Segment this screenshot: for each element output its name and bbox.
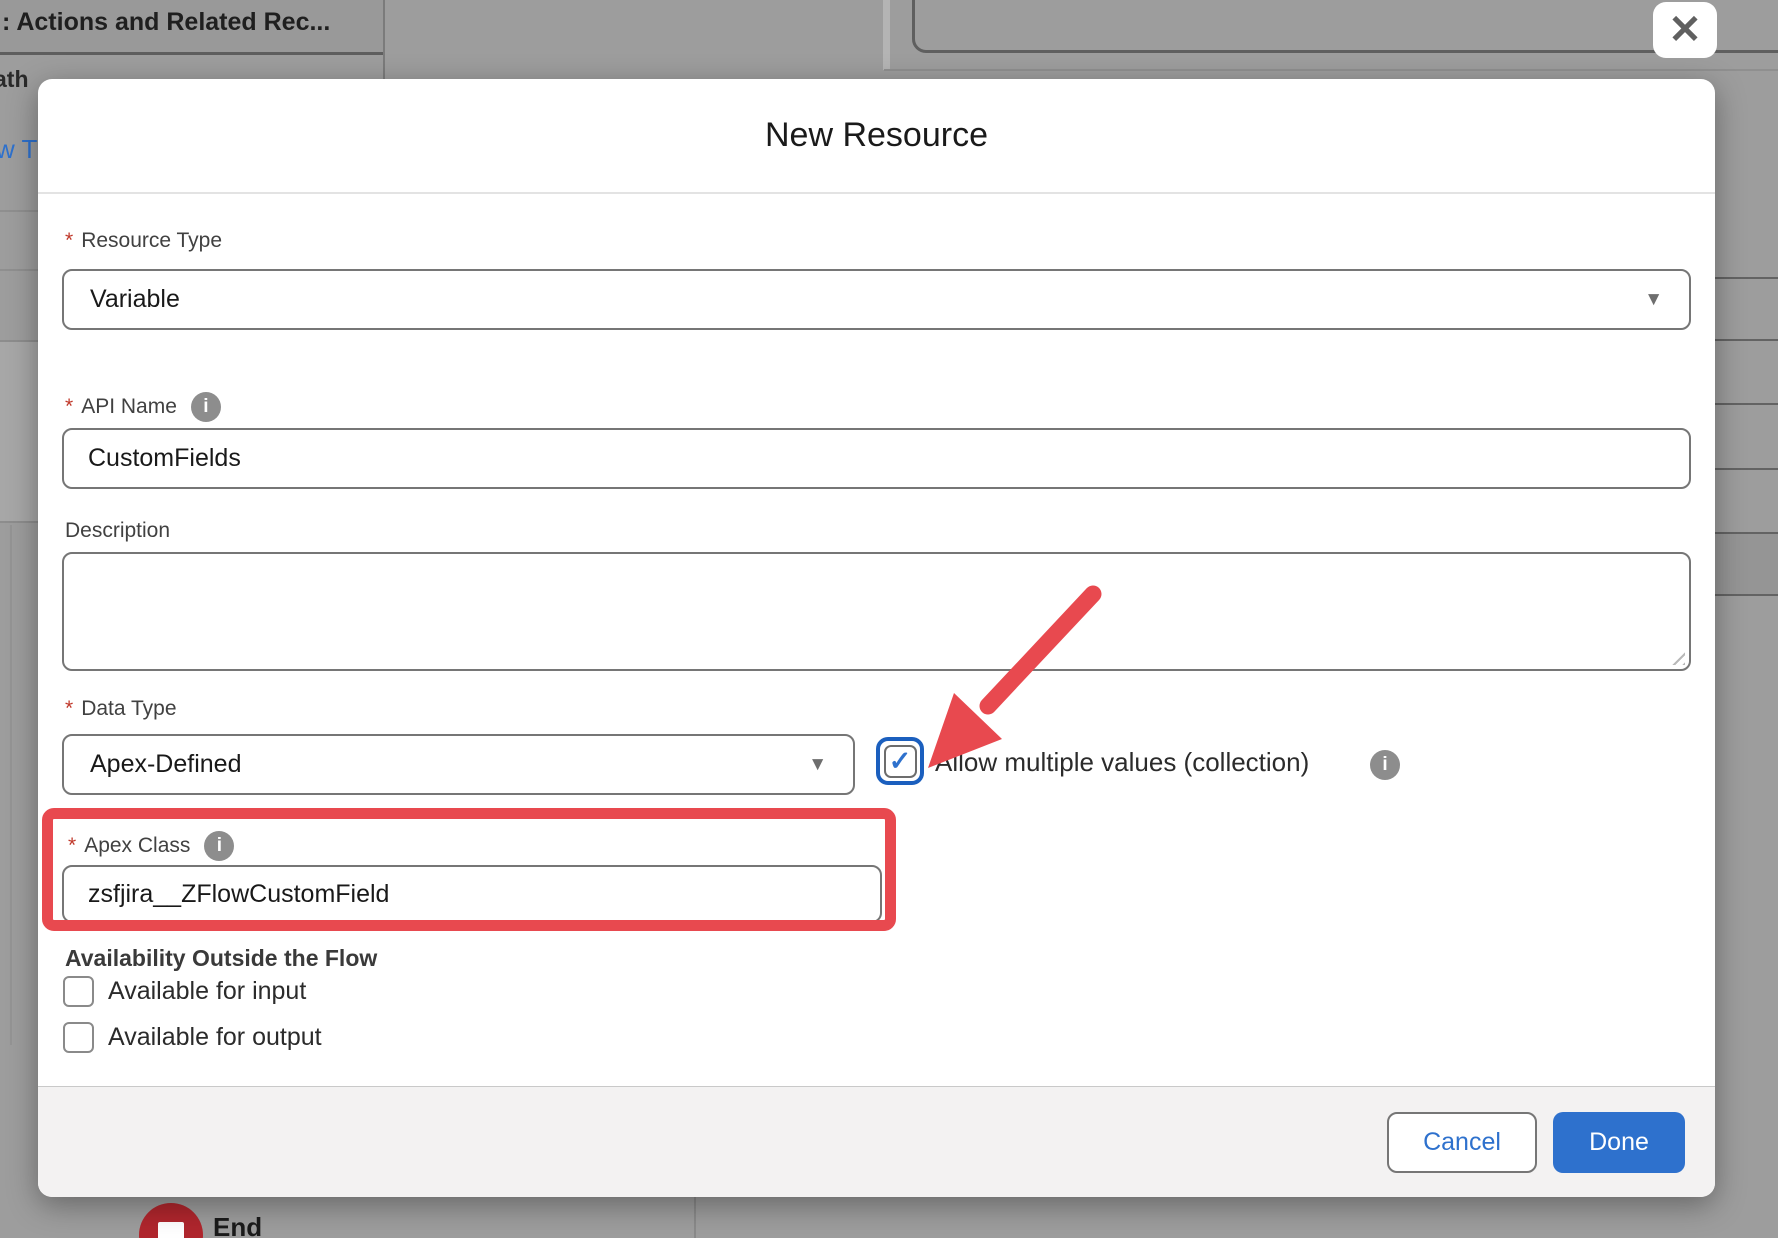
chevron-down-icon: ▼ [1644, 289, 1663, 311]
new-resource-modal: New Resource * Resource Type Variable ▼ … [38, 79, 1715, 1197]
background-toolbox-panel: : Actions and Related Rec... [0, 0, 384, 55]
flow-end-node-label: End [213, 1212, 262, 1238]
modal-header: New Resource [38, 79, 1715, 194]
available-for-input-label: Available for input [108, 977, 306, 1006]
apex-class-input[interactable] [62, 865, 882, 923]
end-node-square [158, 1222, 184, 1238]
background-panel-edge [10, 525, 12, 1045]
background-divider [0, 269, 38, 271]
screen: : Actions and Related Rec... ath w T ✕ E… [0, 0, 1778, 1238]
checkbox-focus-ring: ✓ [876, 737, 924, 785]
api-name-label: * API Name i [65, 392, 221, 422]
info-icon[interactable]: i [204, 831, 234, 861]
background-divider [0, 210, 38, 212]
checkmark-icon: ✓ [889, 748, 912, 775]
background-link-fragment: w T [0, 134, 37, 165]
background-selected-element-outline [912, 0, 1778, 53]
resource-type-label: * Resource Type [65, 229, 222, 253]
allow-multiple-checkbox[interactable]: ✓ [884, 745, 917, 778]
description-label: Description [65, 519, 170, 543]
background-row-line [1715, 277, 1778, 279]
background-panel-block [0, 340, 38, 523]
info-icon[interactable]: i [191, 392, 221, 422]
modal-title: New Resource [765, 116, 988, 155]
data-type-select[interactable]: Apex-Defined ▼ [62, 734, 855, 795]
background-text-fragment: ath [0, 66, 29, 93]
api-name-input[interactable] [62, 428, 1691, 489]
apex-class-label: * Apex Class i [68, 831, 234, 861]
close-button[interactable]: ✕ [1653, 2, 1717, 58]
description-textarea[interactable] [62, 552, 1691, 671]
background-row-line [1715, 594, 1778, 596]
background-panel-border [383, 0, 385, 79]
allow-multiple-label: Allow multiple values (collection) [935, 747, 1309, 778]
background-row-line [1715, 339, 1778, 341]
required-marker: * [65, 395, 73, 419]
resize-handle-icon[interactable] [1667, 647, 1685, 665]
available-for-output-label: Available for output [108, 1023, 322, 1052]
background-row-line [1715, 532, 1778, 534]
chevron-down-icon: ▼ [808, 754, 827, 776]
background-divider [883, 0, 890, 70]
background-panel-title: : Actions and Related Rec... [2, 8, 330, 37]
available-for-output-checkbox[interactable] [63, 1022, 94, 1053]
data-type-value: Apex-Defined [90, 750, 808, 779]
data-type-label: * Data Type [65, 697, 177, 721]
background-panel-border [694, 1197, 696, 1238]
close-icon: ✕ [1668, 10, 1702, 50]
background-divider [884, 69, 1778, 71]
background-row-highlight [1715, 533, 1778, 595]
info-icon[interactable]: i [1370, 750, 1400, 780]
flow-end-node-icon [139, 1203, 203, 1238]
resource-type-select[interactable]: Variable ▼ [62, 269, 1691, 330]
done-button[interactable]: Done [1553, 1112, 1685, 1173]
availability-heading: Availability Outside the Flow [65, 945, 377, 972]
modal-footer: Cancel Done [38, 1086, 1715, 1197]
resource-type-value: Variable [90, 285, 1644, 314]
background-row-line [1715, 403, 1778, 405]
required-marker: * [68, 834, 76, 858]
available-for-input-checkbox[interactable] [63, 976, 94, 1007]
required-marker: * [65, 229, 73, 253]
cancel-button[interactable]: Cancel [1387, 1112, 1537, 1173]
background-row-line [1715, 468, 1778, 470]
required-marker: * [65, 697, 73, 721]
